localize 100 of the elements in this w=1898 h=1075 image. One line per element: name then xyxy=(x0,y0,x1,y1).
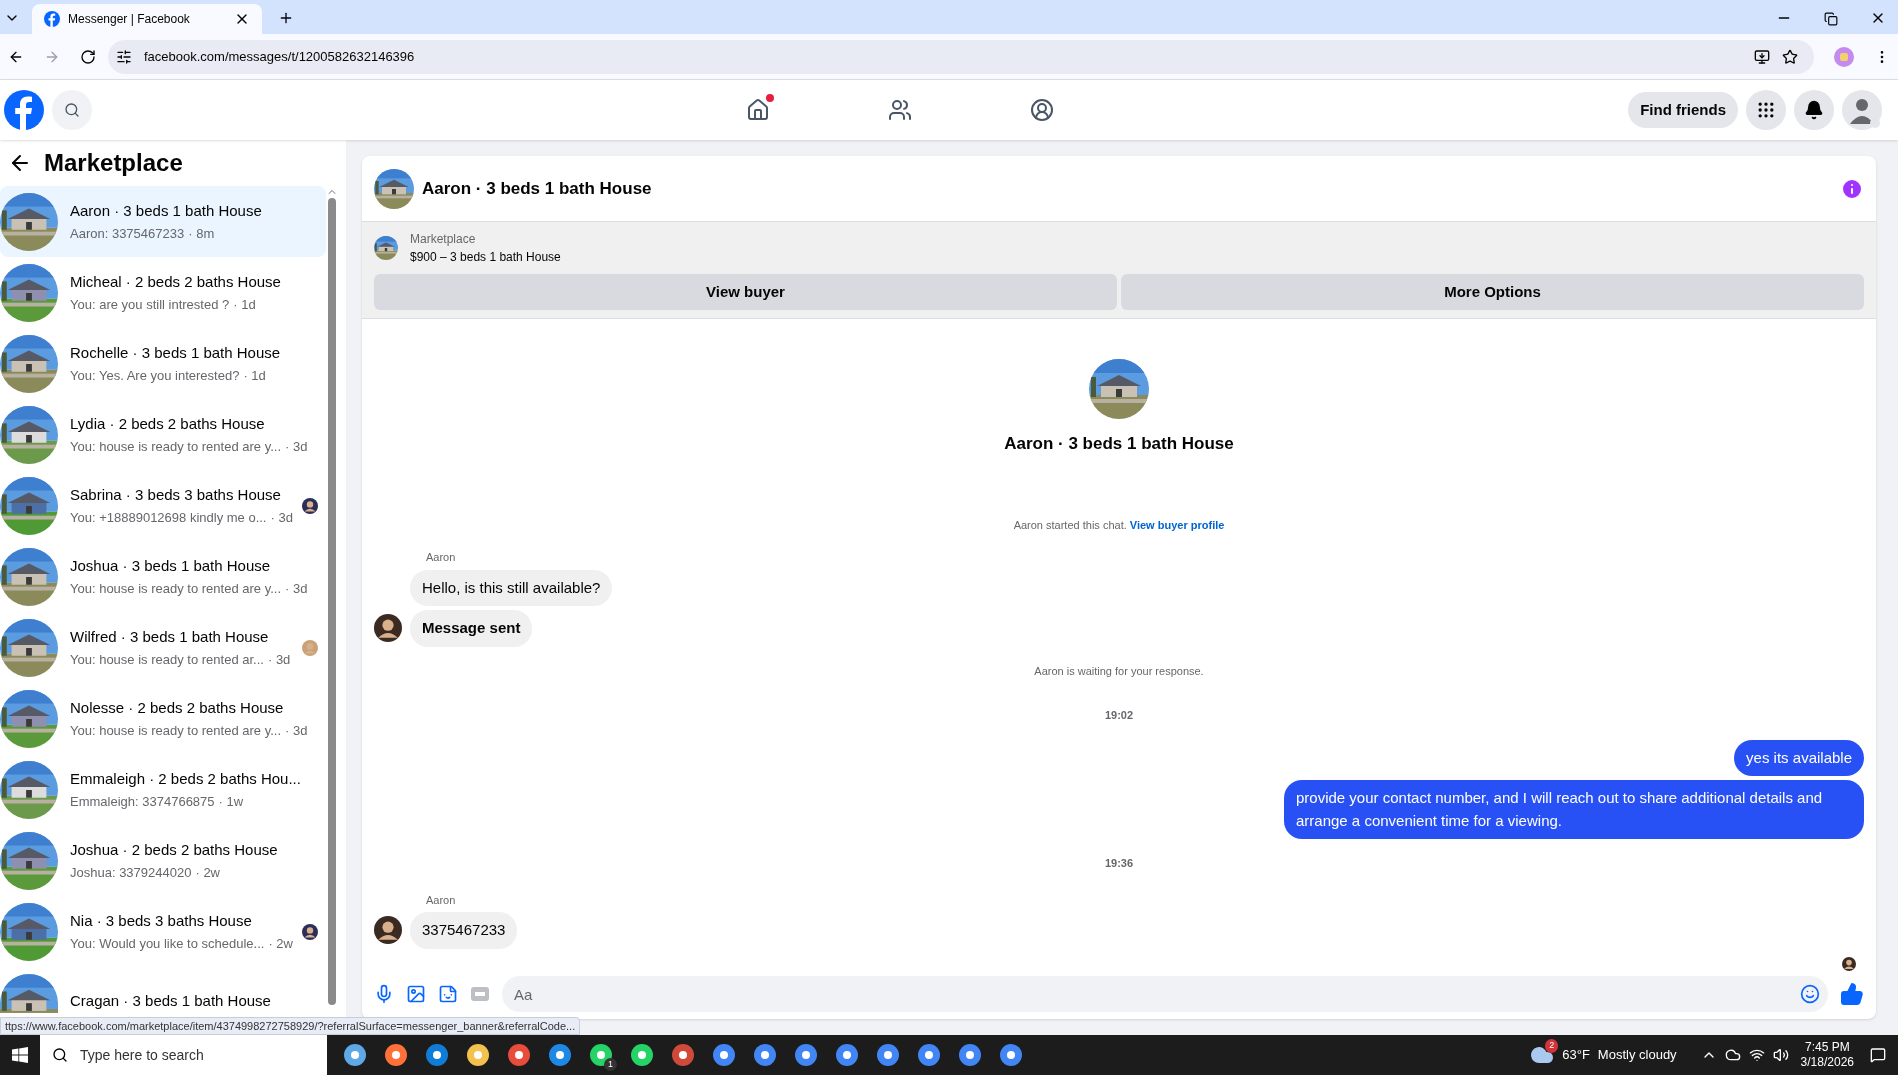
app-icon[interactable] xyxy=(589,1043,613,1067)
conversation-title: Nia · 3 beds 3 baths House xyxy=(70,910,253,931)
app-icon[interactable] xyxy=(917,1043,941,1067)
restore-icon[interactable] xyxy=(1824,12,1838,26)
menu-button[interactable] xyxy=(1746,90,1786,130)
message-preview: Emmaleigh: 3374766875 xyxy=(70,793,215,811)
app-icon[interactable] xyxy=(548,1043,572,1067)
app-icon[interactable] xyxy=(712,1043,736,1067)
weather-badge: 2 xyxy=(1545,1039,1559,1053)
banner-action-button[interactable]: More Options xyxy=(1121,274,1864,310)
message-time: · 1d xyxy=(243,367,266,385)
conversation-title: Sabrina · 3 beds 3 baths House xyxy=(70,484,282,505)
message-preview: You: are you still intrested ? xyxy=(70,296,230,314)
emoji-icon[interactable] xyxy=(1800,984,1820,1004)
image-icon[interactable] xyxy=(406,984,426,1004)
conversation-title: Cragan · 3 beds 1 bath House xyxy=(70,991,272,1011)
sticker-icon[interactable] xyxy=(438,984,458,1004)
notifications-icon[interactable] xyxy=(1870,1047,1886,1063)
conversation-item[interactable]: Nia · 3 beds 3 baths House You: Would you like to schedule... · 2w xyxy=(0,896,326,967)
incoming-message: 3375467233 xyxy=(410,912,518,949)
avatar-icon xyxy=(374,614,402,643)
app-icon[interactable] xyxy=(835,1043,859,1067)
conversation-title: Joshua · 3 beds 1 bath House xyxy=(70,555,272,576)
avatar-icon xyxy=(374,916,402,945)
volume-icon[interactable] xyxy=(1772,1047,1789,1063)
network-icon[interactable] xyxy=(1748,1047,1765,1063)
conversation-item[interactable]: Aaron · 3 beds 1 bath House Aaron: 3375467233 · 8m xyxy=(0,186,326,257)
site-settings-icon[interactable] xyxy=(116,48,132,65)
install-icon[interactable] xyxy=(1754,48,1770,65)
message-preview: You: Would you like to schedule... xyxy=(70,935,265,953)
message-time: · 2w xyxy=(268,935,293,953)
app-icon[interactable] xyxy=(384,1043,408,1067)
microphone-icon[interactable] xyxy=(374,984,394,1004)
bookmark-star-icon[interactable] xyxy=(1782,48,1798,65)
scrollbar-thumb[interactable] xyxy=(328,198,336,1005)
conversation-item[interactable]: Rochelle · 3 beds 1 bath House You: Yes. Are you interested? · 1d xyxy=(0,328,326,399)
message-preview: You: Yes. Are you interested? xyxy=(70,367,240,385)
conversation-title: Joshua · 2 beds 2 baths House xyxy=(70,839,279,860)
conversation-title: Nolesse · 2 beds 2 baths House xyxy=(70,697,285,718)
message-time: · 1d xyxy=(233,296,256,314)
conversation-item[interactable]: Lydia · 2 beds 2 baths House You: house is ready to rented are y... · 3d xyxy=(0,399,326,470)
message-preview: Aaron: 3375467233 xyxy=(70,225,185,243)
listing-title: $900 – 3 beds 1 bath House xyxy=(410,249,561,266)
conversation-item[interactable]: Joshua · 3 beds 1 bath House You: house is ready to rented are y... · 3d xyxy=(0,541,326,612)
buyer-profile-link[interactable]: View buyer profile xyxy=(1129,518,1225,531)
reload-icon[interactable] xyxy=(80,48,96,65)
app-icon[interactable] xyxy=(507,1043,531,1067)
app-icon[interactable] xyxy=(343,1043,367,1067)
cloud-icon[interactable] xyxy=(1724,1047,1741,1063)
banner-action-button[interactable]: View buyer xyxy=(374,274,1117,310)
app-icon[interactable] xyxy=(630,1043,654,1067)
message-time: · 3d xyxy=(270,509,293,527)
chat-title: Aaron · 3 beds 1 bath House xyxy=(422,177,652,200)
conversation-item[interactable]: Sabrina · 3 beds 3 baths House You: +18889012698 kindly me o... · 3d xyxy=(0,470,326,541)
app-icon[interactable] xyxy=(671,1043,695,1067)
search-button[interactable] xyxy=(52,90,92,130)
chat-intro-text: Aaron started this chat. View buyer profile xyxy=(1013,517,1225,533)
taskbar-search-field[interactable]: Type here to search xyxy=(40,1035,327,1075)
tab-title: Messenger | Facebook xyxy=(68,11,191,28)
message-preview: You: house is ready to rented ar... xyxy=(70,651,264,669)
house-icon xyxy=(746,98,771,122)
app-icon[interactable] xyxy=(876,1043,900,1067)
like-icon[interactable] xyxy=(1840,982,1864,1006)
message-preview: You: +18889012698 kindly me o... xyxy=(70,509,267,527)
conversation-title: Emmaleigh · 2 beds 2 baths Hou... xyxy=(70,768,302,789)
status-url: ttps://www.facebook.com/marketplace/item/4374998272758929/?referralSurface=messenger_banner&referralCode... xyxy=(0,1016,581,1035)
message-time: · 1w xyxy=(218,793,244,811)
sender-name: Aaron xyxy=(426,892,457,908)
app-icon[interactable] xyxy=(958,1043,982,1067)
app-icon[interactable] xyxy=(794,1043,818,1067)
timestamp: 19:36 xyxy=(1104,856,1134,871)
account-avatar[interactable] xyxy=(1842,90,1882,130)
app-icon[interactable] xyxy=(425,1043,449,1067)
message-input[interactable]: Aa xyxy=(502,976,1828,1012)
conversation-item[interactable]: Micheal · 2 beds 2 baths House You: are you still intrested ? · 1d xyxy=(0,257,326,328)
facebook-logo-icon[interactable] xyxy=(4,90,44,130)
search-icon xyxy=(52,1047,68,1063)
message-time: · 3d xyxy=(285,722,308,740)
message-time: · 3d xyxy=(267,651,291,669)
message-time: · 8m xyxy=(188,225,215,243)
new-tab-icon[interactable] xyxy=(278,10,294,26)
conversation-item[interactable]: Emmaleigh · 2 beds 2 baths Hou... Emmaleigh: 3374766875 · 1w xyxy=(0,754,326,825)
avatar-icon xyxy=(302,639,318,656)
find-friends-button[interactable]: Find friends xyxy=(1628,92,1738,128)
search-icon xyxy=(64,102,80,118)
browser-tab[interactable]: Messenger | Facebook xyxy=(32,4,262,34)
address-bar[interactable]: facebook.com/messages/t/1200582632146396 xyxy=(108,39,1814,74)
bell-icon xyxy=(1804,100,1824,120)
app-icon[interactable] xyxy=(999,1043,1023,1067)
url-text: facebook.com/messages/t/1200582632146396 xyxy=(144,47,416,66)
windows-start-icon[interactable] xyxy=(12,1047,28,1063)
sender-name: Aaron xyxy=(426,550,457,565)
conversation-item[interactable]: Nolesse · 2 beds 2 baths House You: house is ready to rented are y... · 3d xyxy=(0,683,326,754)
conversation-item[interactable]: Joshua · 2 beds 2 baths House Joshua: 3379244020 · 2w xyxy=(0,825,326,896)
conversation-item[interactable]: Wilfred · 3 beds 1 bath House You: house is ready to rented ar... · 3d xyxy=(0,612,326,683)
notifications-button[interactable] xyxy=(1794,90,1834,130)
app-icon[interactable] xyxy=(466,1043,490,1067)
app-icon[interactable] xyxy=(753,1043,777,1067)
conversation-title: Lydia · 2 beds 2 baths House xyxy=(70,413,266,434)
outgoing-message: provide your contact number, and I will reach out to share additional details and arrange a convenient time for a viewing. xyxy=(1284,780,1864,839)
